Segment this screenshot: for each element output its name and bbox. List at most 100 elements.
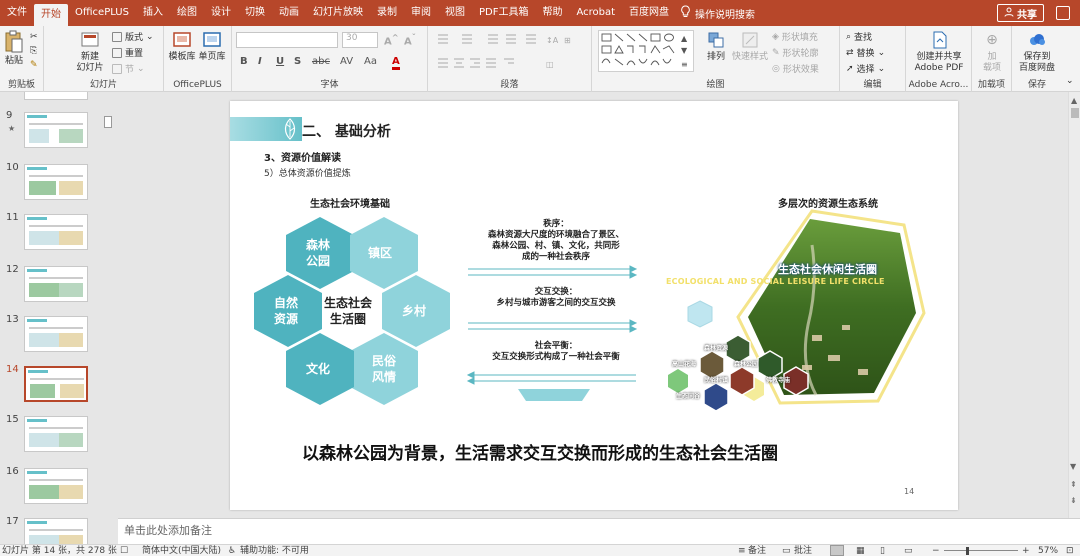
accessibility-status[interactable]: 辅助功能: 不可用 — [240, 545, 309, 556]
template-library-button[interactable]: 模板库 — [168, 30, 196, 63]
reading-view-icon[interactable]: ▯ — [880, 545, 885, 556]
paragraph-tools-icon[interactable]: ↕A ⊞ ◫ — [434, 31, 584, 75]
tab-7[interactable]: 动画 — [272, 0, 306, 26]
font-size-box[interactable]: 30 — [342, 32, 378, 48]
ribbon-expand-icon[interactable]: ⌄ — [1066, 76, 1074, 86]
new-slide-button[interactable]: 新建 幻灯片 — [74, 30, 106, 74]
tab-12[interactable]: PDF工具箱 — [472, 0, 535, 26]
previous-slide-icon[interactable]: ⇞ — [1070, 480, 1077, 489]
hex-label-town: 镇区 — [368, 246, 393, 260]
tab-13[interactable]: 帮助 — [535, 0, 569, 26]
slide-thumbnail-panel[interactable]: 9 ★ 10 11 12 13 14 15 16 17 — [0, 92, 118, 544]
zoom-in-icon[interactable]: + — [1022, 545, 1030, 556]
arrange-button[interactable]: 排列 — [702, 30, 730, 63]
format-painter-icon[interactable]: ✎ — [30, 60, 38, 70]
section-button[interactable]: 节 ⌄ — [112, 62, 145, 75]
tab-14[interactable]: Acrobat — [569, 0, 622, 26]
notes-pane[interactable]: 单击此处添加备注 — [118, 518, 1080, 544]
language-status[interactable]: 简体中文(中国大陆) — [142, 545, 221, 556]
scroll-thumb[interactable] — [1071, 108, 1079, 118]
notes-toggle-icon[interactable]: ≡ — [738, 545, 746, 556]
layout-button[interactable]: 版式 ⌄ — [112, 30, 154, 43]
paste-button[interactable]: 粘贴 — [3, 30, 25, 67]
slide-sorter-icon[interactable]: ▦ — [856, 545, 865, 556]
italic-button[interactable]: I — [258, 56, 262, 67]
slide-thumbnail[interactable] — [24, 416, 88, 452]
tell-me-search[interactable]: 操作说明搜索 — [680, 5, 755, 21]
normal-view-icon[interactable] — [830, 545, 844, 556]
slideshow-icon[interactable]: ▭ — [904, 545, 913, 556]
current-slide[interactable]: 二、 基础分析 3、资源价值解读 5）总体资源价值提炼 生态社会环境基础 多层次… — [230, 101, 958, 510]
tab-9[interactable]: 录制 — [370, 0, 404, 26]
tab-10[interactable]: 审阅 — [404, 0, 438, 26]
slide-thumbnail[interactable] — [24, 518, 88, 544]
share-button[interactable]: 共享 — [997, 4, 1044, 22]
accessibility-icon[interactable]: ♿ — [228, 545, 236, 556]
select-button[interactable]: ➚ 选择 ⌄ — [846, 62, 885, 76]
tab-15[interactable]: 百度网盘 — [622, 0, 676, 26]
cut-icon[interactable]: ✂ — [30, 32, 38, 42]
tab-11[interactable]: 视图 — [438, 0, 472, 26]
tab-1[interactable]: 开始 — [34, 4, 68, 26]
spellcheck-icon[interactable]: ☐ — [120, 545, 128, 556]
lightbulb-icon — [680, 5, 691, 21]
tab-4[interactable]: 绘图 — [170, 0, 204, 26]
zoom-out-icon[interactable]: − — [932, 545, 940, 556]
slide-scrollbar[interactable]: ▲ ▼ ⇞ ⇟ — [1068, 92, 1080, 518]
order-title: 秩序： — [543, 219, 569, 229]
find-button[interactable]: ⌕ 查找 — [846, 30, 872, 44]
save-to-baidu-button[interactable]: 保存到 百度网盘 — [1014, 30, 1060, 74]
slide-thumbnail[interactable] — [24, 316, 88, 352]
shrink-font-icon[interactable]: Aˇ — [404, 32, 416, 47]
shape-effects-button[interactable]: ◎ 形状效果 — [772, 62, 819, 76]
slide-thumbnail-partial[interactable] — [24, 92, 88, 100]
collapse-ribbon-icon[interactable] — [1056, 6, 1070, 20]
reset-button[interactable]: 重置 — [112, 46, 143, 59]
replace-button[interactable]: ⇄ 替换 ⌄ — [846, 46, 885, 60]
shapes-gallery[interactable]: ▲ ▼ ≡ — [598, 30, 694, 72]
single-page-library-button[interactable]: 单页库 — [198, 30, 226, 63]
tab-0[interactable]: 文件 — [0, 0, 34, 26]
share-label: 共享 — [1017, 9, 1037, 21]
select-label: 选择 — [856, 65, 875, 75]
slide-thumbnail[interactable] — [24, 366, 88, 402]
shape-fill-button[interactable]: ◈ 形状填充 — [772, 30, 818, 44]
char-spacing-button[interactable]: AV — [340, 56, 353, 67]
notes-toggle-label[interactable]: 备注 — [748, 545, 766, 556]
tab-3[interactable]: 插入 — [136, 0, 170, 26]
bold-button[interactable]: B — [240, 56, 248, 67]
strikethrough-button[interactable]: abc — [312, 56, 330, 67]
slide-thumbnail[interactable] — [24, 164, 88, 200]
font-color-button[interactable]: A — [392, 56, 400, 70]
tab-8[interactable]: 幻灯片放映 — [306, 0, 370, 26]
grow-font-icon[interactable]: A^ — [384, 32, 399, 47]
scroll-up-icon[interactable]: ▲ — [1071, 96, 1077, 105]
addins-button[interactable]: ⊕ 加 载项 — [976, 30, 1008, 74]
zoom-level[interactable]: 57% — [1038, 545, 1058, 556]
section-title: 二、 基础分析 — [302, 124, 391, 140]
next-slide-icon[interactable]: ⇟ — [1070, 496, 1077, 505]
shadow-button[interactable]: S — [294, 56, 301, 67]
font-name-box[interactable] — [236, 32, 338, 48]
tab-2[interactable]: OfficePLUS — [68, 0, 136, 26]
quick-styles-button[interactable]: 快速样式 — [732, 30, 768, 63]
tab-6[interactable]: 切换 — [238, 0, 272, 26]
comments-icon[interactable]: ▭ — [782, 545, 791, 556]
fit-slide-icon[interactable]: ⊡ — [1066, 545, 1074, 556]
copy-icon[interactable]: ⎘ — [30, 46, 37, 56]
zoom-slider[interactable] — [944, 550, 1018, 551]
thumbnail-scrollbar[interactable] — [103, 92, 113, 544]
comments-label[interactable]: 批注 — [794, 545, 812, 556]
slide-thumbnail[interactable] — [24, 214, 88, 250]
tab-5[interactable]: 设计 — [204, 0, 238, 26]
underline-button[interactable]: U — [276, 56, 284, 67]
change-case-button[interactable]: Aa — [364, 56, 377, 67]
slide-thumbnail[interactable] — [24, 112, 88, 148]
slide-thumbnail[interactable] — [24, 266, 88, 302]
create-adobe-pdf-button[interactable]: 创建并共享 Adobe PDF — [910, 30, 968, 74]
scroll-down-icon[interactable]: ▼ — [1070, 462, 1076, 471]
thumbnail-scroll-thumb[interactable] — [104, 116, 112, 128]
zoom-slider-thumb[interactable] — [966, 547, 969, 555]
shape-outline-button[interactable]: ✎ 形状轮廓 — [772, 46, 819, 60]
slide-thumbnail[interactable] — [24, 468, 88, 504]
